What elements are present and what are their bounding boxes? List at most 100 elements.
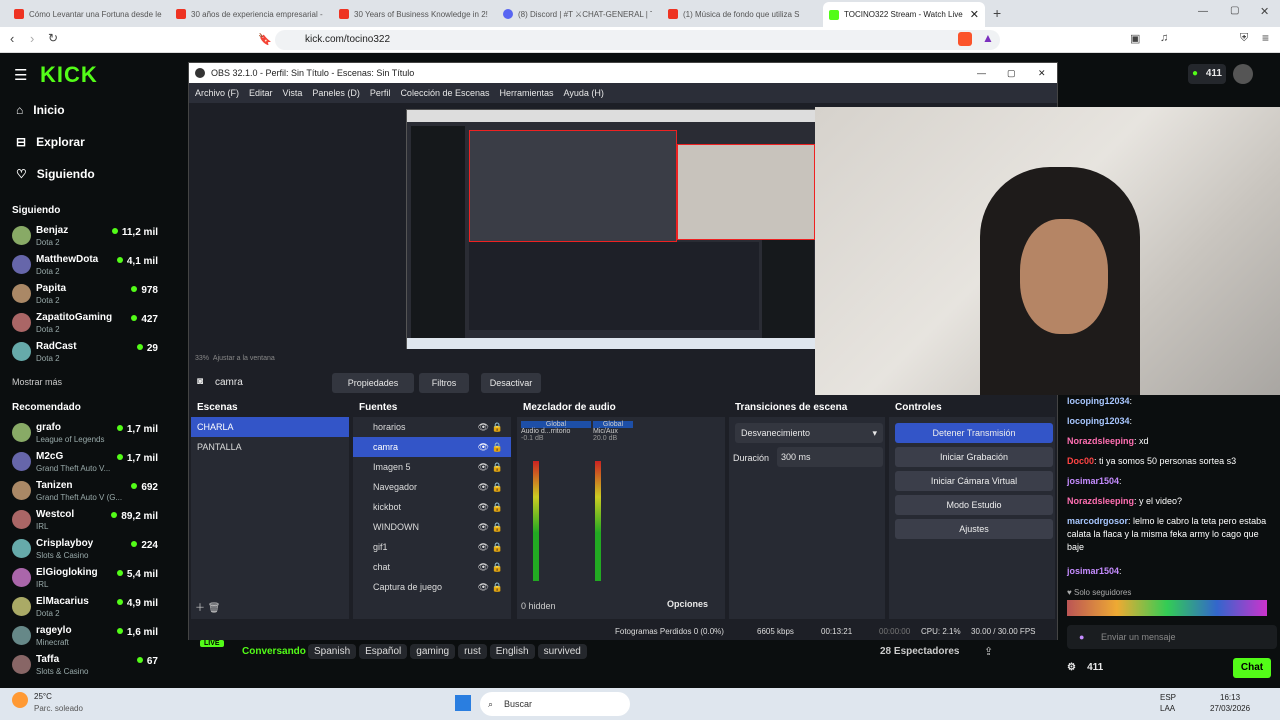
music-icon[interactable]: ♫ [1160, 32, 1168, 44]
tag-chip[interactable]: survived [537, 644, 587, 659]
minimize-icon[interactable]: — [1198, 6, 1208, 17]
chat-username[interactable]: josimar1504 [1067, 566, 1119, 576]
chat-username[interactable]: locoping12034 [1067, 416, 1130, 426]
settings-icon[interactable]: ⚙ [1067, 662, 1076, 673]
nav-explorar[interactable]: ⊟ Explorar [16, 135, 85, 149]
tab-1[interactable]: Cómo Levantar una Fortuna desde le [8, 4, 163, 24]
close-tab-icon[interactable]: ✕ [970, 8, 979, 21]
chat-username[interactable]: marcodrgosor [1067, 516, 1128, 526]
scene-item[interactable]: CHARLA [191, 417, 349, 437]
lock-icon[interactable]: 🔒 [492, 497, 503, 517]
maximize-icon[interactable]: ▢ [1230, 5, 1239, 16]
source-item[interactable]: gif1 👁 🔒 [353, 537, 511, 557]
menu-icon[interactable]: ≡ [1262, 31, 1269, 45]
eye-icon[interactable]: 👁 [478, 557, 489, 577]
show-more-link[interactable]: Mostrar más [12, 377, 62, 387]
fit-label[interactable]: Ajustar a la ventana [213, 355, 275, 362]
source-item[interactable]: WINDOWN 👁 🔒 [353, 517, 511, 537]
reload-icon[interactable]: ↻ [48, 31, 58, 45]
channel-item[interactable]: grafo League of Legends 1,7 mil [12, 421, 162, 447]
channel-item[interactable]: Papita Dota 2 978 [12, 282, 162, 308]
lock-icon[interactable]: 🔒 [492, 477, 503, 497]
brave-rewards-icon[interactable]: ▲ [982, 31, 994, 45]
scene-item[interactable]: PANTALLA [191, 437, 349, 457]
close-icon[interactable]: ✕ [1038, 63, 1046, 83]
kick-logo[interactable]: KICK [40, 62, 98, 88]
points-badge[interactable]: ● 411 [1188, 64, 1226, 84]
channel-item[interactable]: ElMacarius Dota 2 4,9 mil [12, 595, 162, 621]
lock-icon[interactable]: 🔒 [492, 417, 503, 437]
source-item[interactable]: Navegador 👁 🔒 [353, 477, 511, 497]
source-item[interactable]: Imagen 5 👁 🔒 [353, 457, 511, 477]
menu-item[interactable]: Archivo (F) [195, 88, 239, 98]
channel-item[interactable]: Taffa Slots & Casino 67 [12, 653, 162, 679]
windows-start-icon[interactable] [455, 695, 471, 711]
eye-icon[interactable]: 👁 [478, 577, 489, 597]
deactivate-button[interactable]: Desactivar [481, 373, 541, 393]
tag-chip[interactable]: Spanish [308, 644, 357, 659]
eye-icon[interactable]: 👁 [478, 457, 489, 477]
eye-icon[interactable]: 👁 [478, 477, 489, 497]
menu-item[interactable]: Editar [249, 88, 273, 98]
filters-button[interactable]: Filtros [419, 373, 469, 393]
minimize-icon[interactable]: — [977, 63, 986, 83]
clock-date[interactable]: 27/03/2026 [1210, 704, 1250, 713]
channel-item[interactable]: rageylo Minecraft 1,6 mil [12, 624, 162, 650]
channel-item[interactable]: MatthewDota Dota 2 4,1 mil [12, 253, 162, 279]
clock-time[interactable]: 16:13 [1220, 693, 1240, 702]
duration-input[interactable]: 300 ms [777, 447, 883, 467]
transition-select[interactable]: Desvanecimiento ▾ [735, 423, 883, 443]
avatar[interactable] [1233, 64, 1253, 84]
obs-preview[interactable] [406, 109, 817, 349]
studio-mode-button[interactable]: Modo Estudio [895, 495, 1053, 515]
language[interactable]: ESP [1160, 693, 1176, 702]
source-item[interactable]: kickbot 👁 🔒 [353, 497, 511, 517]
source-item[interactable]: Captura de juego 👁 🔒 [353, 577, 511, 597]
channel-item[interactable]: M2cG Grand Theft Auto V... 1,7 mil [12, 450, 162, 476]
forward-icon[interactable]: › [30, 31, 34, 46]
nav-siguiendo[interactable]: ♡ Siguiendo [16, 167, 95, 181]
source-item[interactable]: horarios 👁 🔒 [353, 417, 511, 437]
chat-send-button[interactable]: Chat [1233, 658, 1271, 678]
tabs-icon[interactable]: ▣ [1130, 32, 1140, 45]
bookmark-icon[interactable]: 🔖 [258, 33, 272, 46]
eye-icon[interactable]: 👁 [478, 517, 489, 537]
source-item[interactable]: chat 👁 🔒 [353, 557, 511, 577]
menu-item[interactable]: Paneles (D) [312, 88, 360, 98]
chat-username[interactable]: Norazdsleeping [1067, 496, 1134, 506]
tab-2[interactable]: 30 años de experiencia empresarial - Y [170, 4, 325, 24]
chat-username[interactable]: Doc00 [1067, 456, 1094, 466]
menu-item[interactable]: Perfil [370, 88, 391, 98]
channel-item[interactable]: ElGiogloking IRL 5,4 mil [12, 566, 162, 592]
add-icon[interactable]: ＋ [195, 603, 205, 614]
nav-inicio[interactable]: ⌂ Inicio [16, 103, 65, 117]
emote-strip[interactable] [1067, 600, 1267, 616]
properties-button[interactable]: Propiedades [332, 373, 414, 393]
taskbar-search[interactable]: ⌕ Buscar [480, 692, 630, 716]
brave-shield-icon[interactable] [958, 32, 972, 46]
delete-icon[interactable]: 🗑 [208, 603, 221, 614]
channel-item[interactable]: Crisplayboy Slots & Casino 224 [12, 537, 162, 563]
lock-icon[interactable]: 🔒 [492, 537, 503, 557]
start-recording-button[interactable]: Iniciar Grabación [895, 447, 1053, 467]
tag-chip[interactable]: Español [359, 644, 408, 659]
lock-icon[interactable]: 🔒 [492, 517, 503, 537]
hamburger-icon[interactable]: ☰ [14, 66, 27, 84]
channel-item[interactable]: Tanizen Grand Theft Auto V (G... 692 [12, 479, 162, 505]
url-field[interactable]: kick.com/tocino322 [275, 30, 1000, 50]
eye-icon[interactable]: 👁 [478, 497, 489, 517]
lock-icon[interactable]: 🔒 [492, 577, 503, 597]
category-link[interactable]: Conversando [242, 646, 306, 657]
eye-icon[interactable]: 👁 [478, 417, 489, 437]
shield-icon[interactable]: ⛨ [1240, 32, 1248, 45]
tab-3[interactable]: 30 Years of Business Knowledge in 2! [333, 4, 488, 24]
chat-username[interactable]: locoping12034 [1067, 396, 1130, 406]
tab-4[interactable]: (8) Discord | #T ⚔CHAT-GENERAL | TO [497, 4, 652, 24]
channel-item[interactable]: Benjaz Dota 2 11,2 mil [12, 224, 162, 250]
tag-chip[interactable]: English [489, 644, 535, 659]
share-icon[interactable]: ⇪ [984, 645, 993, 658]
eye-icon[interactable]: 👁 [478, 537, 489, 557]
virtual-camera-button[interactable]: Iniciar Cámara Virtual [895, 471, 1053, 491]
eye-icon[interactable]: 👁 [478, 437, 489, 457]
menu-item[interactable]: Herramientas [500, 88, 554, 98]
